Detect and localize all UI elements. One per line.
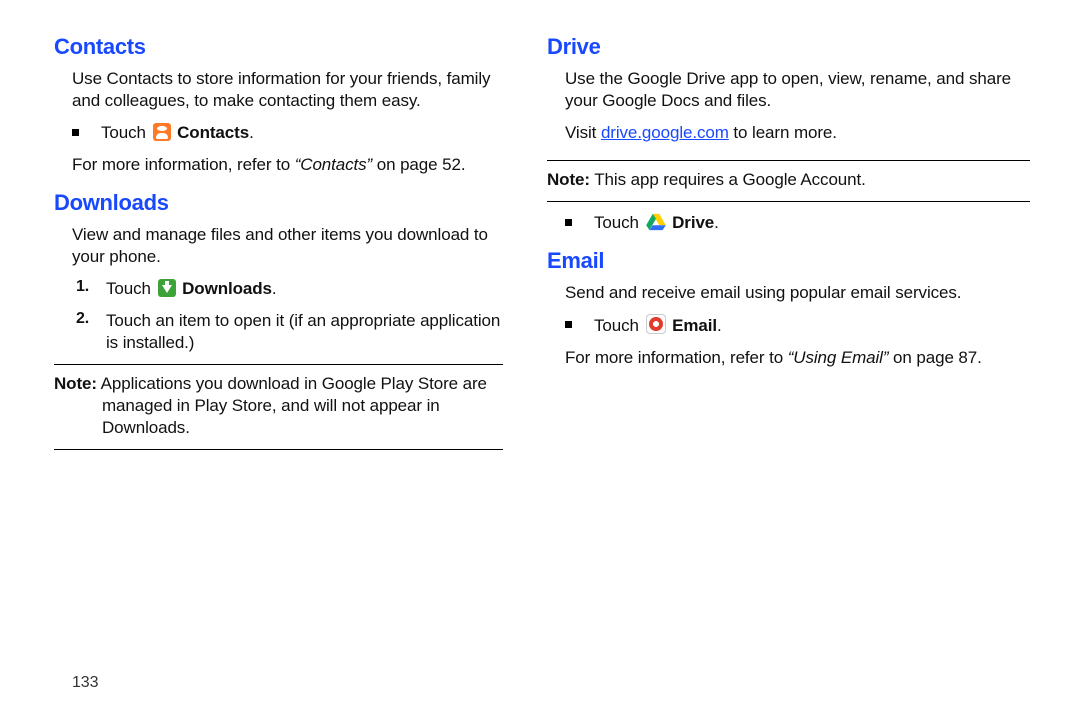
touch-prefix: Touch bbox=[101, 123, 151, 142]
drive-link[interactable]: drive.google.com bbox=[601, 123, 729, 142]
drive-note-text: This app requires a Google Account. bbox=[590, 170, 866, 189]
contacts-touch-step: Touch Contacts. bbox=[54, 122, 503, 144]
divider bbox=[547, 160, 1030, 161]
divider bbox=[547, 201, 1030, 202]
more-after: on page 52. bbox=[372, 155, 465, 174]
period: . bbox=[714, 213, 719, 232]
visit-after: to learn more. bbox=[729, 123, 837, 142]
drive-touch-text: Touch Drive. bbox=[594, 212, 1030, 234]
drive-heading: Drive bbox=[547, 34, 1030, 60]
contacts-app-icon bbox=[153, 123, 171, 141]
downloads-heading: Downloads bbox=[54, 190, 503, 216]
email-app-name: Email bbox=[672, 316, 717, 335]
page-number: 133 bbox=[72, 674, 98, 692]
note-label: Note: bbox=[547, 170, 590, 189]
touch-prefix: Touch bbox=[106, 279, 156, 298]
contacts-description: Use Contacts to store information for yo… bbox=[54, 68, 503, 112]
visit-before: Visit bbox=[565, 123, 601, 142]
touch-prefix: Touch bbox=[594, 213, 644, 232]
divider bbox=[54, 449, 503, 450]
downloads-app-icon bbox=[158, 279, 176, 297]
more-after: on page 87. bbox=[888, 348, 981, 367]
contacts-touch-text: Touch Contacts. bbox=[101, 122, 503, 144]
period: . bbox=[249, 123, 254, 142]
square-bullet-icon bbox=[565, 321, 572, 328]
square-bullet-icon bbox=[72, 129, 79, 136]
period: . bbox=[272, 279, 277, 298]
email-more-info: For more information, refer to “Using Em… bbox=[547, 347, 1030, 369]
manual-page: Contacts Use Contacts to store informati… bbox=[0, 0, 1080, 720]
drive-note: Note: This app requires a Google Account… bbox=[547, 169, 1030, 191]
email-touch-text: Touch Email. bbox=[594, 314, 1030, 337]
note-label: Note: bbox=[54, 374, 97, 393]
contacts-reference: “Contacts” bbox=[295, 155, 372, 174]
step-number-2: 2. bbox=[76, 310, 94, 328]
downloads-step-2: 2. Touch an item to open it (if an appro… bbox=[54, 310, 503, 354]
downloads-note-text: Applications you download in Google Play… bbox=[97, 374, 487, 437]
email-app-icon bbox=[646, 314, 666, 334]
downloads-step1-text: Touch Downloads. bbox=[106, 278, 503, 300]
step-number-1: 1. bbox=[76, 278, 94, 296]
contacts-heading: Contacts bbox=[54, 34, 503, 60]
email-touch-step: Touch Email. bbox=[547, 314, 1030, 337]
email-reference: “Using Email” bbox=[788, 348, 889, 367]
square-bullet-icon bbox=[565, 219, 572, 226]
drive-touch-step: Touch Drive. bbox=[547, 212, 1030, 234]
drive-app-name: Drive bbox=[672, 213, 714, 232]
period: . bbox=[717, 316, 722, 335]
downloads-step-1: 1. Touch Downloads. bbox=[54, 278, 503, 300]
touch-prefix: Touch bbox=[594, 316, 644, 335]
left-column: Contacts Use Contacts to store informati… bbox=[54, 34, 547, 720]
downloads-app-name: Downloads bbox=[182, 279, 272, 298]
downloads-step2-text: Touch an item to open it (if an appropri… bbox=[106, 310, 503, 354]
contacts-app-name: Contacts bbox=[177, 123, 249, 142]
right-column: Drive Use the Google Drive app to open, … bbox=[547, 34, 1040, 720]
email-heading: Email bbox=[547, 248, 1030, 274]
downloads-note: Note: Applications you download in Googl… bbox=[54, 373, 503, 439]
drive-visit: Visit drive.google.com to learn more. bbox=[547, 122, 1030, 144]
drive-app-icon bbox=[646, 213, 666, 231]
divider bbox=[54, 364, 503, 365]
contacts-more-info: For more information, refer to “Contacts… bbox=[54, 154, 503, 176]
more-before: For more information, refer to bbox=[72, 155, 295, 174]
downloads-description: View and manage files and other items yo… bbox=[54, 224, 503, 268]
drive-description: Use the Google Drive app to open, view, … bbox=[547, 68, 1030, 112]
email-description: Send and receive email using popular ema… bbox=[547, 282, 1030, 304]
more-before: For more information, refer to bbox=[565, 348, 788, 367]
